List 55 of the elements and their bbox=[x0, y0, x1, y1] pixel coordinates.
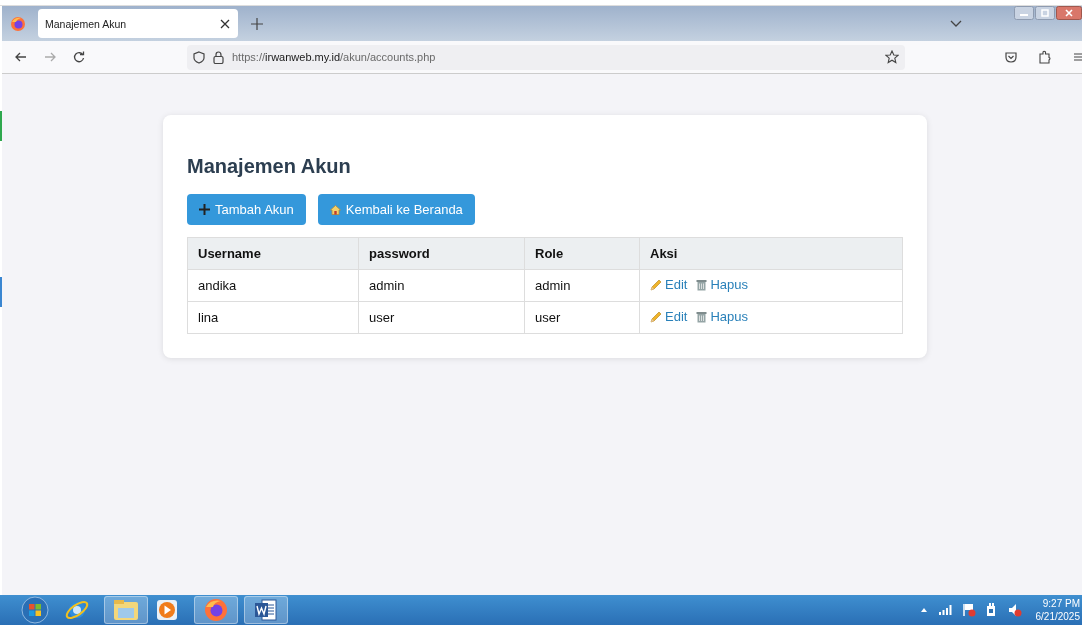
word-document-icon bbox=[254, 598, 278, 622]
lock-icon bbox=[213, 50, 224, 64]
house-icon bbox=[329, 204, 341, 215]
chevron-down-icon[interactable] bbox=[950, 19, 962, 28]
column-header: Username bbox=[187, 237, 359, 270]
table-cell: lina bbox=[187, 301, 359, 334]
back-arrow-icon[interactable] bbox=[15, 52, 27, 62]
url-text: https://irwanweb.my.id/akun/accounts.php bbox=[232, 51, 436, 63]
new-tab-icon[interactable] bbox=[251, 17, 263, 30]
power-plug-icon[interactable] bbox=[985, 603, 998, 617]
clock-time[interactable]: 9:27 PM bbox=[1042, 597, 1080, 610]
browser-tab[interactable]: Manajemen Akun bbox=[38, 9, 238, 38]
minimize-icon[interactable] bbox=[1014, 6, 1034, 20]
shield-icon bbox=[193, 50, 205, 64]
start-orb-icon[interactable] bbox=[20, 596, 50, 624]
pencil-icon bbox=[650, 310, 662, 323]
folder-icon bbox=[113, 599, 139, 621]
delete-link[interactable]: Hapus bbox=[696, 277, 748, 293]
close-icon[interactable] bbox=[220, 18, 230, 29]
speaker-muted-icon[interactable] bbox=[1007, 603, 1022, 617]
word-button[interactable] bbox=[244, 596, 288, 624]
puzzle-piece-icon[interactable] bbox=[1039, 50, 1052, 64]
plus-icon bbox=[199, 204, 210, 215]
trash-can-icon bbox=[696, 278, 708, 291]
home-button[interactable]: Kembali ke Beranda bbox=[317, 194, 475, 225]
table-cell: user bbox=[524, 301, 640, 334]
edit-link[interactable]: Edit bbox=[650, 309, 688, 325]
firefox-logo-icon[interactable] bbox=[10, 15, 26, 32]
table-cell: admin bbox=[358, 269, 525, 302]
reload-icon[interactable] bbox=[73, 51, 85, 63]
add-account-button[interactable]: Tambah Akun bbox=[187, 194, 306, 225]
firefox-button[interactable] bbox=[194, 596, 238, 624]
star-icon[interactable] bbox=[885, 50, 899, 64]
pencil-icon bbox=[650, 278, 662, 291]
edit-link[interactable]: Edit bbox=[650, 277, 688, 293]
menu-icon[interactable] bbox=[1074, 52, 1082, 62]
show-hidden-icons-icon[interactable] bbox=[919, 607, 928, 613]
tab-title: Manajemen Akun bbox=[45, 17, 127, 30]
delete-link[interactable]: Hapus bbox=[696, 309, 748, 325]
address-bar[interactable]: https://irwanweb.my.id/akun/accounts.php bbox=[187, 44, 905, 70]
media-player-icon[interactable] bbox=[154, 597, 180, 623]
table-cell: admin bbox=[524, 269, 640, 302]
trash-can-icon bbox=[696, 310, 708, 323]
pocket-icon[interactable] bbox=[1005, 51, 1017, 63]
clock-date[interactable]: 6/21/2025 bbox=[1035, 610, 1080, 623]
table-cell: andika bbox=[187, 269, 359, 302]
column-header: Aksi bbox=[639, 237, 903, 270]
column-header: password bbox=[358, 237, 525, 270]
flag-icon[interactable] bbox=[961, 603, 976, 617]
signal-bars-icon[interactable] bbox=[937, 605, 952, 615]
restore-icon[interactable] bbox=[1035, 6, 1055, 20]
table-cell: user bbox=[358, 301, 525, 334]
column-header: Role bbox=[524, 237, 640, 270]
firefox-logo-icon bbox=[204, 598, 228, 622]
page-title: Manajemen Akun bbox=[187, 155, 352, 178]
